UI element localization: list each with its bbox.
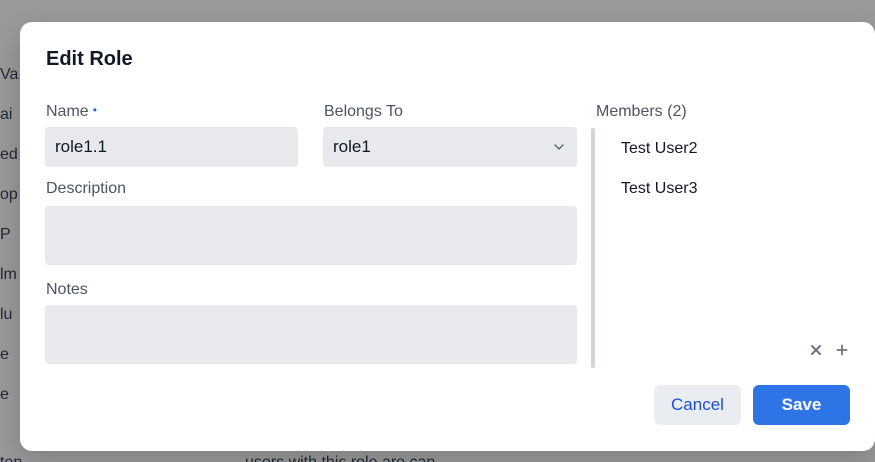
plus-icon[interactable] bbox=[834, 342, 850, 358]
bg-snippet: Va bbox=[0, 66, 19, 83]
bg-snippet: ai bbox=[0, 106, 13, 123]
notes-label: Notes bbox=[46, 281, 88, 298]
description-textarea[interactable] bbox=[45, 206, 577, 265]
member-actions bbox=[808, 342, 850, 358]
name-input-value: role1.1 bbox=[55, 137, 107, 156]
save-button[interactable]: Save bbox=[753, 385, 850, 425]
bg-snippet: lm bbox=[0, 266, 17, 283]
bg-bottom-left-snippet: ten bbox=[0, 454, 22, 462]
bg-snippet: op bbox=[0, 186, 18, 203]
belongs-to-select[interactable]: role1 bbox=[323, 127, 577, 167]
name-label: Name • bbox=[46, 103, 97, 121]
modal-title: Edit Role bbox=[46, 48, 133, 70]
bg-bottom-mid-snippet: users with this role are can bbox=[245, 454, 435, 462]
cancel-button[interactable]: Cancel bbox=[654, 385, 741, 425]
chevron-down-icon bbox=[551, 139, 567, 155]
edit-role-modal: Edit Role Name • role1.1 Belongs To role1… bbox=[20, 22, 875, 451]
bg-snippet: e bbox=[0, 386, 9, 403]
member-item[interactable]: Test User2 bbox=[621, 140, 697, 158]
bg-snippet: lu bbox=[0, 306, 13, 323]
required-indicator: • bbox=[92, 103, 97, 117]
close-icon[interactable] bbox=[808, 342, 824, 358]
members-header: Members (2) bbox=[596, 103, 687, 120]
bg-snippet: ed bbox=[0, 146, 18, 163]
bg-snippet: P bbox=[0, 226, 11, 243]
background-partial-text-column: Va ai ed op P lm lu e e bbox=[0, 0, 20, 462]
belongs-to-label: Belongs To bbox=[324, 103, 403, 120]
belongs-to-select-value: role1 bbox=[333, 137, 371, 156]
description-label: Description bbox=[46, 180, 127, 197]
notes-textarea[interactable] bbox=[45, 305, 577, 364]
members-divider bbox=[591, 128, 595, 368]
name-input[interactable]: role1.1 bbox=[45, 127, 298, 167]
bg-snippet: e bbox=[0, 346, 9, 363]
member-item[interactable]: Test User3 bbox=[621, 180, 697, 198]
name-label-text: Name bbox=[46, 103, 89, 120]
